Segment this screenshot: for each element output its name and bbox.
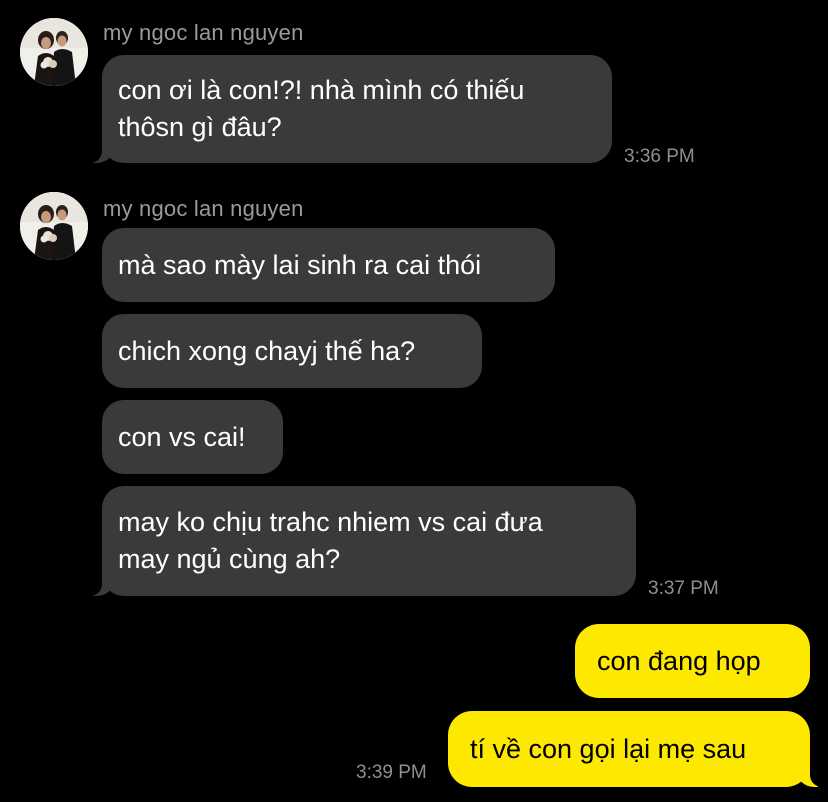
message-text: tí về con gọi lại mẹ sau bbox=[470, 733, 747, 764]
message-text-line: may ko chịu trahc nhiem vs cai đưa bbox=[118, 507, 543, 537]
message-text-line: may ngủ cùng ah? bbox=[118, 544, 341, 574]
profile-photo-icon bbox=[20, 18, 88, 86]
sender-avatar[interactable] bbox=[20, 192, 88, 260]
conversation-view[interactable]: my ngoc lan nguyen con ơi là con!?! nhà … bbox=[0, 0, 828, 802]
message-bubble-outgoing[interactable]: tí về con gọi lại mẹ sau bbox=[448, 711, 828, 787]
message-text: mà sao mày lai sinh ra cai thói bbox=[118, 249, 482, 280]
profile-photo-icon bbox=[20, 192, 88, 260]
sender-name: my ngoc lan nguyen bbox=[103, 20, 304, 45]
sender-name: my ngoc lan nguyen bbox=[103, 196, 304, 221]
message-bubble-outgoing[interactable]: con đang họp bbox=[575, 624, 810, 698]
message-bubble[interactable]: may ko chịu trahc nhiem vs cai đưa may n… bbox=[80, 486, 636, 596]
message-bubble[interactable]: chich xong chayj thế ha? bbox=[102, 314, 482, 388]
message-timestamp: 3:39 PM bbox=[356, 762, 427, 783]
message-text-line: con ơi là con!?! nhà mình có thiếu bbox=[118, 75, 525, 105]
message-text: con vs cai! bbox=[118, 421, 246, 452]
message-bubble[interactable]: con vs cai! bbox=[102, 400, 283, 474]
message-timestamp: 3:37 PM bbox=[648, 578, 719, 599]
message-text: con đang họp bbox=[597, 645, 761, 676]
message-bubble[interactable]: mà sao mày lai sinh ra cai thói bbox=[102, 228, 555, 302]
message-text-line: thôsn gì đâu? bbox=[118, 112, 282, 142]
sender-avatar[interactable] bbox=[20, 18, 88, 86]
message-bubble[interactable]: con ơi là con!?! nhà mình có thiếu thôsn… bbox=[80, 55, 612, 163]
message-text: chich xong chayj thế ha? bbox=[118, 335, 416, 366]
message-timestamp: 3:36 PM bbox=[624, 146, 695, 167]
